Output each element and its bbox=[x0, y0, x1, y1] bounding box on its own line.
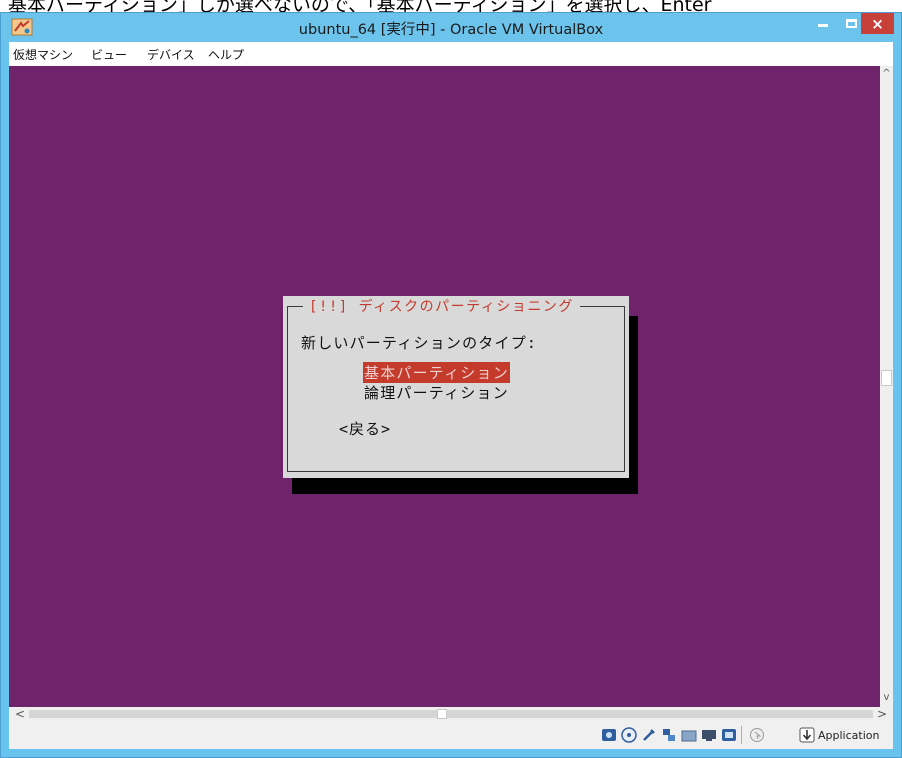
scroll-left-icon[interactable]: < bbox=[15, 707, 25, 721]
back-button[interactable]: <戻る> bbox=[339, 418, 391, 439]
menu-view[interactable]: ビュー bbox=[91, 46, 127, 63]
usb-icon[interactable] bbox=[641, 727, 657, 743]
virtualbox-window: ubuntu_64 [実行中] - Oracle VM VirtualBox ×… bbox=[0, 12, 902, 758]
optical-drive-icon[interactable] bbox=[621, 727, 637, 743]
dialog-prompt: 新しいパーティションのタイプ: bbox=[301, 334, 538, 352]
menu-bar: 仮想マシン ビュー デバイス ヘルプ bbox=[9, 42, 893, 66]
option-logical-partition[interactable]: 論理パーティション bbox=[363, 382, 510, 403]
document-caption: 基本パーティション」しか選べないので、「基本パーティション」を選択し、Enter bbox=[0, 0, 902, 12]
shared-folder-icon[interactable] bbox=[681, 727, 697, 743]
maximize-icon bbox=[845, 19, 857, 28]
partition-type-dialog: [!!] ディスクのパーティショニング 新しいパーティションのタイプ: 基本パー… bbox=[283, 296, 629, 478]
hard-disk-icon[interactable] bbox=[601, 727, 617, 743]
scroll-right-icon[interactable]: > bbox=[877, 707, 887, 721]
window-title: ubuntu_64 [実行中] - Oracle VM VirtualBox bbox=[298, 22, 604, 38]
display-icon[interactable] bbox=[701, 727, 717, 743]
host-key-label: Application bbox=[818, 729, 880, 742]
vertical-scrollbar[interactable]: ^ v bbox=[880, 66, 893, 707]
status-divider bbox=[741, 726, 742, 744]
host-key-arrow-icon bbox=[799, 727, 815, 743]
menu-help[interactable]: ヘルプ bbox=[208, 46, 244, 63]
status-bar: Application bbox=[9, 721, 893, 749]
option-primary-partition[interactable]: 基本パーティション bbox=[363, 362, 510, 383]
mouse-integration-icon[interactable] bbox=[749, 727, 765, 743]
minimize-icon bbox=[818, 24, 828, 27]
horizontal-scroll-track[interactable] bbox=[29, 710, 873, 718]
video-capture-icon[interactable] bbox=[721, 727, 737, 743]
close-button[interactable]: × bbox=[861, 13, 894, 34]
horizontal-scrollbar[interactable]: < > bbox=[9, 707, 893, 721]
minimize-button[interactable] bbox=[809, 13, 837, 34]
scroll-up-icon[interactable]: ^ bbox=[880, 68, 893, 79]
vertical-scroll-thumb[interactable] bbox=[881, 370, 892, 386]
vm-display[interactable]: [!!] ディスクのパーティショニング 新しいパーティションのタイプ: 基本パー… bbox=[9, 66, 880, 707]
close-icon: × bbox=[871, 14, 884, 33]
menu-devices[interactable]: デバイス bbox=[147, 46, 195, 63]
menu-machine[interactable]: 仮想マシン bbox=[13, 46, 73, 63]
scroll-down-icon[interactable]: v bbox=[880, 692, 893, 703]
dialog-title: [!!] ディスクのパーティショニング bbox=[303, 296, 580, 316]
network-icon[interactable] bbox=[661, 727, 677, 743]
title-bar[interactable]: ubuntu_64 [実行中] - Oracle VM VirtualBox × bbox=[1, 13, 901, 42]
horizontal-scroll-thumb[interactable] bbox=[437, 709, 447, 719]
caption-text: 基本パーティション」しか選べないので、「基本パーティション」を選択し、Enter bbox=[8, 0, 712, 12]
